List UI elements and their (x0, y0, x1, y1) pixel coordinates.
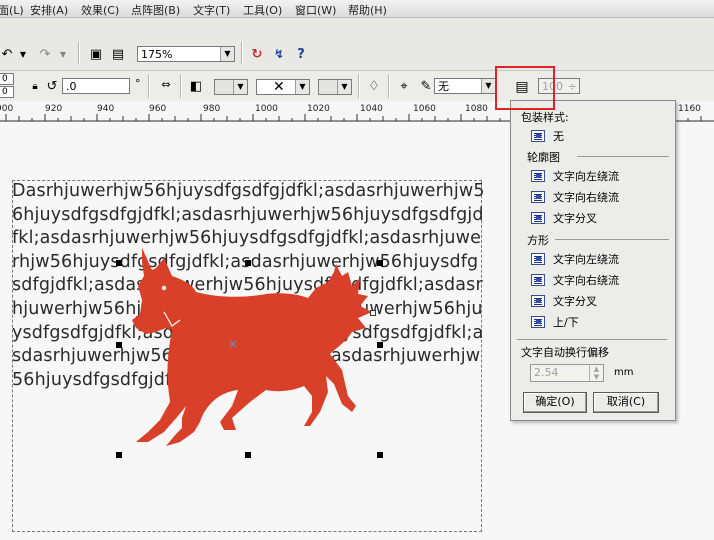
rotation-center-marker (370, 310, 376, 316)
contour-wrap-right-option[interactable]: 文字向右绕流 (531, 188, 619, 206)
selection-handle[interactable] (377, 342, 383, 348)
wrap-offset-input[interactable]: 2.54 ▲ ▼ (530, 364, 604, 382)
ruler-label: 1000 (255, 104, 278, 114)
selection-handle[interactable] (245, 260, 251, 266)
undo-dropdown-icon[interactable]: ▼ (18, 44, 28, 64)
highlight-box (495, 66, 555, 110)
fill-color-select[interactable]: ▼ (214, 79, 248, 95)
selection-handle[interactable] (116, 342, 122, 348)
square-section-title: 方形 (527, 234, 549, 247)
ruler-label: 1160 (678, 104, 701, 114)
chevron-down-icon[interactable]: ▼ (220, 47, 234, 61)
undo-icon[interactable]: ↶ (0, 44, 14, 64)
wrap-straddle-icon (531, 212, 545, 224)
lock-ratio-icon[interactable]: 🔒︎ (28, 76, 42, 96)
wrap-straddle-icon (531, 295, 545, 307)
no-outline-icon: ✕ (273, 79, 285, 95)
wrap-right-icon (531, 191, 545, 203)
ruler-label: 940 (97, 104, 115, 114)
outline-color-select[interactable]: ▼ (318, 79, 352, 95)
chevron-down-icon[interactable]: ▼ (481, 79, 495, 93)
position-x-field[interactable]: 0 (0, 73, 14, 85)
ruler-label: 920 (45, 104, 63, 114)
outline-pen-icon[interactable]: ✎ (416, 76, 436, 96)
menu-item-arrange[interactable]: 安排(A) (30, 2, 68, 18)
menu-item-help[interactable]: 帮助(H) (348, 2, 387, 18)
menu-bar: 面(L) 安排(A) 效果(C) 点阵图(B) 文字(T) 工具(O) 窗口(W… (0, 0, 714, 18)
fill-tool-icon[interactable]: ♢ (364, 76, 384, 96)
square-above-below-option[interactable]: 上/下 (531, 313, 579, 331)
wrap-offset-unit: mm (614, 367, 634, 378)
chevron-down-icon[interactable]: ▼ (233, 80, 247, 94)
selection-handle[interactable] (377, 452, 383, 458)
wrap-none-icon (531, 130, 545, 142)
contour-straddle-option[interactable]: 文字分叉 (531, 209, 597, 227)
selection-handle[interactable] (245, 452, 251, 458)
menu-item-tools[interactable]: 工具(O) (243, 2, 282, 18)
wrap-paragraph-text-dropdown: 包装样式: 无 轮廓图 文字向左绕流 文字向右绕流 文字分叉 方形 文字向左绕流… (510, 100, 676, 421)
contour-wrap-left-option[interactable]: 文字向左绕流 (531, 167, 619, 185)
menu-item-layout[interactable]: 面(L) (0, 2, 24, 18)
selection-handle[interactable] (377, 260, 383, 266)
help-icon[interactable]: ? (291, 44, 311, 64)
redo-icon[interactable]: ↷ (38, 44, 52, 64)
ruler-label: 900 (0, 104, 14, 114)
ruler-label: 1040 (360, 104, 383, 114)
ok-button[interactable]: 确定(O) (523, 392, 587, 413)
node-edit-icon[interactable]: ⌖ (394, 76, 414, 96)
square-wrap-right-option[interactable]: 文字向右绕流 (531, 271, 619, 289)
ruler-label: 1080 (465, 104, 488, 114)
wrap-style-title: 包装样式: (521, 111, 569, 124)
contour-section-title: 轮廓图 (527, 151, 560, 164)
wrap-left-icon (531, 253, 545, 265)
wrap-above-below-icon (531, 316, 545, 328)
wrap-right-icon (531, 274, 545, 286)
ruler-label: 1020 (307, 104, 330, 114)
menu-item-bitmaps[interactable]: 点阵图(B) (131, 2, 180, 18)
menu-item-text[interactable]: 文字(T) (193, 2, 230, 18)
menu-item-effects[interactable]: 效果(C) (81, 2, 119, 18)
ruler-label: 1060 (413, 104, 436, 114)
selection-handle[interactable] (116, 452, 122, 458)
copy-properties-icon[interactable]: ▣ (86, 44, 106, 64)
spinner-icon[interactable]: ▲ ▼ (589, 365, 603, 381)
standard-toolbar: ↶ ▼ ↷ ▼ ▣ ▤ 175% ▼ ↻ ↯ ? (0, 18, 714, 70)
mirror-horizontal-icon[interactable]: ⇔ (156, 74, 176, 94)
chevron-down-icon[interactable]: ▼ (295, 80, 309, 94)
ruler-label: 960 (149, 104, 167, 114)
chevron-down-icon[interactable]: ▼ (337, 80, 351, 94)
wrap-offset-title: 文字自动换行偏移 (521, 346, 609, 359)
selection-handle[interactable] (116, 260, 122, 266)
zoom-level-select[interactable]: 175% ▼ (137, 46, 235, 62)
spinner-icon: ÷ (567, 80, 577, 93)
wrap-option-none[interactable]: 无 (531, 127, 564, 145)
rotation-angle-field[interactable]: .0 (62, 78, 130, 94)
outline-style-value: 无 (438, 80, 449, 93)
cancel-button[interactable]: 取消(C) (593, 392, 659, 413)
ruler-label: 980 (203, 104, 221, 114)
rotate-icon[interactable]: ↺ (45, 76, 59, 96)
degree-symbol: ° (135, 77, 141, 90)
zoom-level-value: 175% (141, 48, 173, 61)
whats-this-icon[interactable]: ↯ (269, 44, 289, 64)
redo-dropdown-icon[interactable]: ▼ (58, 44, 68, 64)
outline-style-select[interactable]: 无 ▼ (434, 78, 496, 94)
paste-properties-icon[interactable]: ▤ (108, 44, 128, 64)
square-wrap-left-option[interactable]: 文字向左绕流 (531, 250, 619, 268)
wrap-text-frame-icon[interactable]: ◧ (186, 76, 206, 96)
wrap-left-icon (531, 170, 545, 182)
dog-graphic[interactable] (120, 236, 380, 460)
corel-online-icon[interactable]: ↻ (247, 44, 267, 64)
position-y-field[interactable]: 0 (0, 86, 14, 98)
square-straddle-option[interactable]: 文字分叉 (531, 292, 597, 310)
menu-item-window[interactable]: 窗口(W) (295, 2, 336, 18)
outline-width-select[interactable]: ✕ ▼ (256, 79, 310, 95)
property-bar: 0 0 🔒︎ ↺ .0 ° ⇔ ◧ ▼ ✕ ▼ ▼ ♢ ⌖ ✎ 无 ▼ ▤ 10… (0, 71, 714, 102)
